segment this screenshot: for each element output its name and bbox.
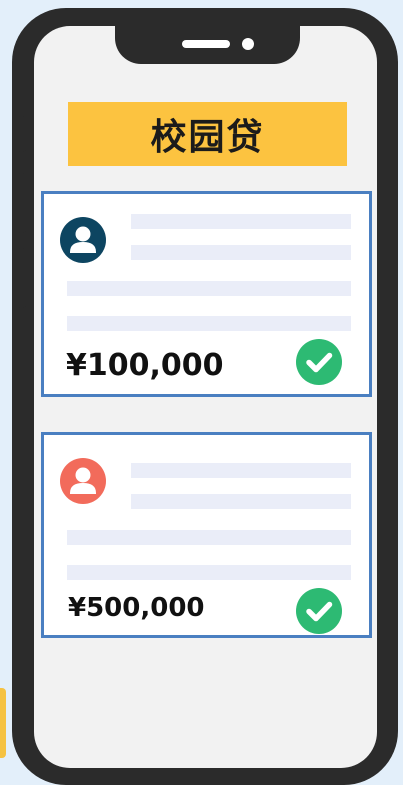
loan-amount: ¥500,000 [68, 593, 205, 623]
phone-side-button [17, 248, 26, 308]
user-icon [60, 217, 106, 263]
loan-amount: ¥100,000 [66, 348, 224, 383]
placeholder-line [131, 463, 351, 478]
loan-card[interactable]: ¥100,000 [41, 191, 372, 397]
user-icon [60, 458, 106, 504]
placeholder-line [67, 565, 351, 580]
phone-side-button [17, 173, 26, 233]
loan-card[interactable]: ¥500,000 [41, 432, 372, 638]
check-circle-icon [296, 588, 342, 634]
phone-notch [115, 8, 300, 64]
title-banner: 校园贷 [68, 102, 347, 166]
placeholder-line [67, 530, 351, 545]
background-shape [0, 688, 6, 758]
front-camera [242, 38, 254, 50]
placeholder-line [67, 281, 351, 296]
speaker-grille [182, 40, 230, 48]
placeholder-line [67, 316, 351, 331]
page-title: 校园贷 [150, 117, 265, 158]
placeholder-line [131, 245, 351, 260]
placeholder-line [131, 214, 351, 229]
phone-side-button [17, 116, 26, 152]
check-circle-icon [296, 339, 342, 385]
placeholder-line [131, 494, 351, 509]
